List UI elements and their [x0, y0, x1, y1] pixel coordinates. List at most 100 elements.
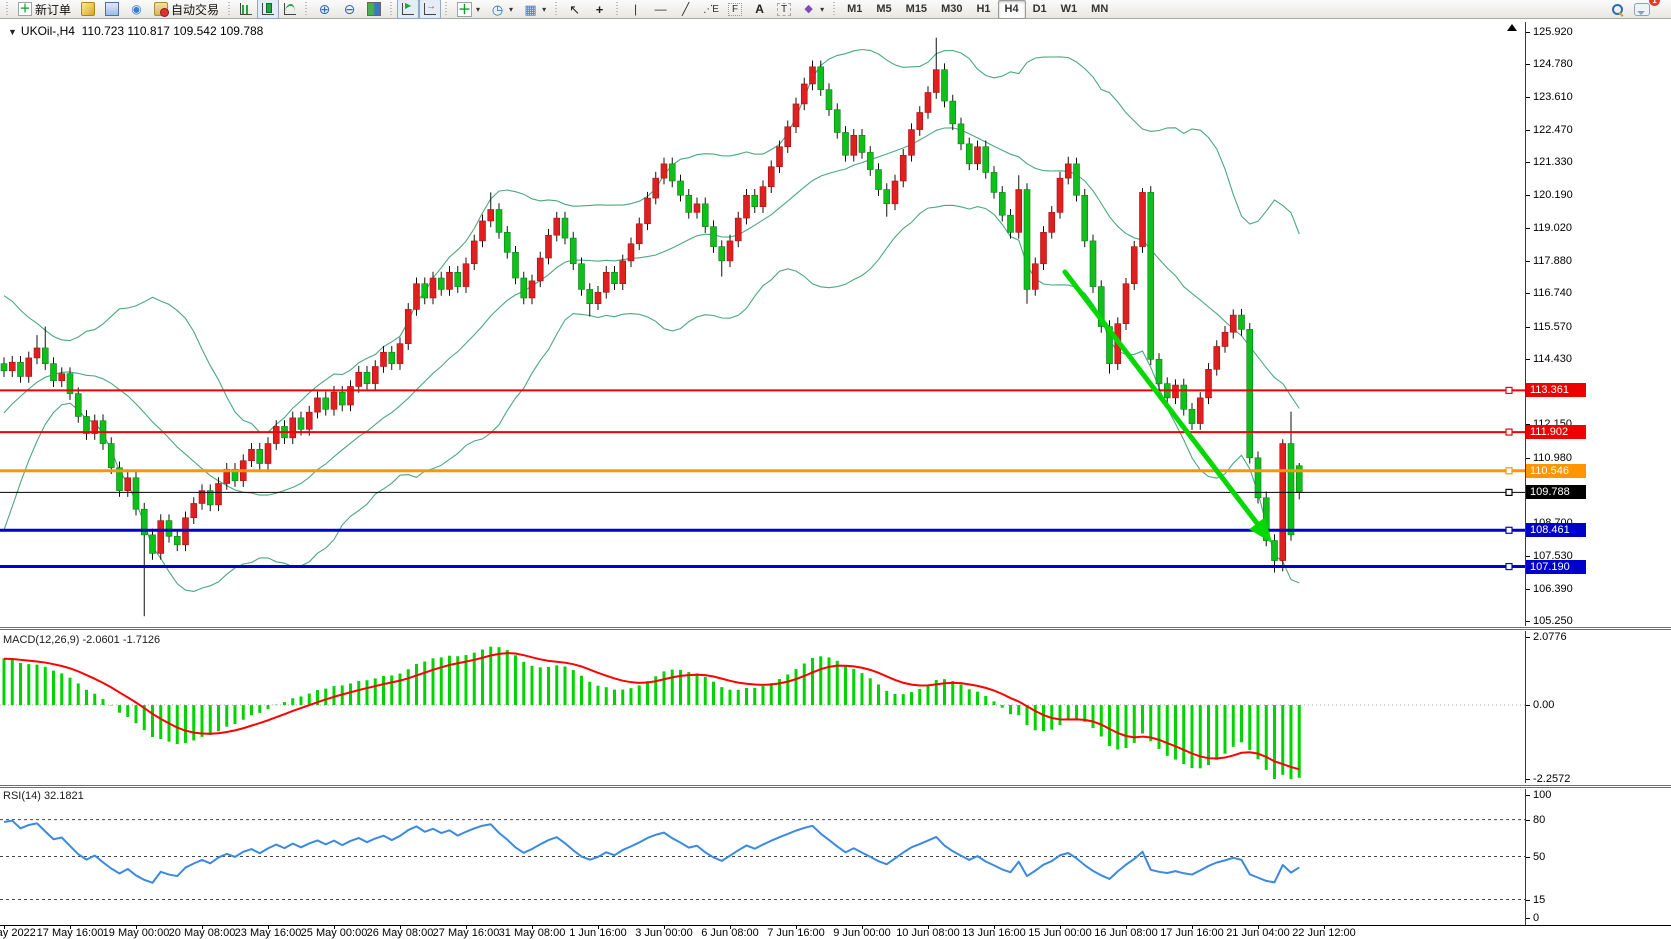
- line-handle[interactable]: [1506, 468, 1512, 474]
- candle-body: [1123, 284, 1129, 324]
- candle-body: [867, 152, 873, 169]
- chart-window[interactable]: ▼UKOil-,H4 110.723 110.817 109.542 109.7…: [0, 19, 1671, 937]
- price-tick-label: 119.020: [1533, 222, 1572, 235]
- time-tick-label: 23 May 16:00: [235, 927, 302, 939]
- candle-body: [1206, 369, 1212, 398]
- auto-scroll-button[interactable]: [397, 0, 419, 19]
- line-handle[interactable]: [1506, 564, 1512, 570]
- candle-body: [669, 164, 675, 181]
- candle-body: [34, 348, 40, 358]
- candle-body: [1222, 332, 1228, 346]
- cursor-button[interactable]: ↖: [562, 0, 587, 19]
- panel-separator[interactable]: [0, 785, 1671, 788]
- rsi-indicator-pane[interactable]: [0, 789, 1525, 924]
- fibonacci-button[interactable]: ⋰E: [698, 0, 723, 19]
- bar-chart-icon: [240, 3, 252, 15]
- candle-body: [859, 135, 865, 152]
- chevron-down-icon[interactable]: ▾: [476, 5, 480, 14]
- text-icon: A: [752, 2, 767, 17]
- chart-symbol-period: UKOil-,H4: [21, 24, 75, 38]
- line-handle[interactable]: [1506, 489, 1512, 495]
- timeframe-m5-button[interactable]: M5: [869, 0, 898, 19]
- periods-button[interactable]: ◷▾: [485, 0, 518, 19]
- tile-windows-button[interactable]: [362, 0, 386, 19]
- text-button[interactable]: A: [747, 0, 772, 19]
- timeframe-w1-button[interactable]: W1: [1054, 0, 1085, 19]
- candle-body: [1173, 385, 1179, 398]
- tile-windows-icon: [367, 2, 381, 16]
- notifications-button[interactable]: 1: [1629, 0, 1655, 19]
- autotrading-icon: [154, 2, 168, 16]
- candle-body: [26, 358, 32, 377]
- candle-body: [694, 204, 700, 213]
- trend-arrow[interactable]: [1065, 272, 1265, 533]
- candle-body: [735, 218, 741, 241]
- bar-chart-button[interactable]: [235, 0, 257, 19]
- signals-button[interactable]: ◉: [124, 0, 149, 19]
- candle-body: [216, 484, 222, 505]
- chevron-down-icon[interactable]: ▾: [542, 5, 546, 14]
- chart-window-button[interactable]: [76, 0, 100, 19]
- macd-tick: [1526, 705, 1530, 706]
- zoom-out-button[interactable]: ⊖: [337, 0, 362, 19]
- chevron-down-icon[interactable]: ▾: [820, 5, 824, 14]
- candle-body: [991, 172, 997, 192]
- text-label-button[interactable]: T: [772, 0, 796, 19]
- macd-indicator-pane[interactable]: [0, 631, 1525, 783]
- toolbar-grip: [5, 2, 10, 16]
- indicators-button[interactable]: ＋▾: [452, 0, 485, 19]
- chevron-down-icon[interactable]: ▾: [509, 5, 513, 14]
- line-chart-button[interactable]: [279, 0, 301, 19]
- arrows-button[interactable]: ◆▾: [796, 0, 829, 19]
- line-handle[interactable]: [1506, 527, 1512, 533]
- collapse-arrow-icon[interactable]: ▼: [8, 27, 17, 37]
- time-axis[interactable]: 16 May 202217 May 16:0019 May 00:0020 Ma…: [0, 925, 1671, 938]
- price-tick: [1526, 359, 1530, 360]
- timeframe-d1-button[interactable]: D1: [1026, 0, 1054, 19]
- rsi-axis: 1008050150: [1525, 789, 1671, 925]
- candle-body: [422, 284, 428, 298]
- line-handle[interactable]: [1506, 429, 1512, 435]
- chart-shift-button[interactable]: [419, 0, 441, 19]
- timeframe-m1-button[interactable]: M1: [840, 0, 869, 19]
- arrows-icon: ◆: [801, 2, 816, 17]
- price-tick: [1526, 621, 1530, 622]
- new-order-button[interactable]: ＋新订单: [13, 0, 76, 19]
- layout-button[interactable]: [100, 0, 124, 19]
- zoom-in-icon: ⊕: [317, 2, 332, 17]
- candle-chart-button[interactable]: [257, 0, 279, 19]
- timeframe-mn-button[interactable]: MN: [1084, 0, 1115, 19]
- trendline-button[interactable]: ╱: [673, 0, 698, 19]
- vertical-line-button[interactable]: |: [623, 0, 648, 19]
- candle-body: [108, 444, 114, 468]
- panel-separator[interactable]: [0, 627, 1671, 630]
- search-button[interactable]: [1606, 0, 1629, 19]
- timeframe-m15-button[interactable]: M15: [899, 0, 934, 19]
- templates-button[interactable]: ▦▾: [518, 0, 551, 19]
- time-tick-label: 22 Jun 12:00: [1292, 927, 1356, 939]
- cursor-icon: ↖: [567, 2, 582, 17]
- text-label-icon: T: [777, 3, 791, 16]
- price-tick: [1526, 293, 1530, 294]
- new-order-icon: ＋: [18, 2, 32, 16]
- price-tick: [1526, 556, 1530, 557]
- candle-body: [702, 204, 708, 227]
- autotrading-button[interactable]: 自动交易: [149, 0, 224, 19]
- candle-body: [719, 247, 725, 261]
- crosshair-button[interactable]: +: [587, 0, 612, 19]
- timeframe-h4-button[interactable]: H4: [998, 0, 1026, 19]
- autotrading-button-label: 自动交易: [171, 1, 219, 18]
- horizontal-line-button[interactable]: —: [648, 0, 673, 19]
- timeframe-h1-button[interactable]: H1: [969, 0, 997, 19]
- line-handle[interactable]: [1506, 387, 1512, 393]
- main-price-chart[interactable]: [0, 22, 1525, 626]
- time-tick-label: 16 May 2022: [0, 927, 36, 939]
- time-tick-label: 16 Jun 08:00: [1094, 927, 1158, 939]
- price-tick-label: 115.570: [1533, 321, 1572, 334]
- timeframe-m30-button[interactable]: M30: [934, 0, 969, 19]
- channel-button[interactable]: F: [723, 0, 747, 19]
- toolbar-group-pointer: ↖+: [562, 0, 612, 19]
- zoom-in-button[interactable]: ⊕: [312, 0, 337, 19]
- macd-tick-label: 2.0776: [1533, 631, 1567, 644]
- price-tick: [1526, 64, 1530, 65]
